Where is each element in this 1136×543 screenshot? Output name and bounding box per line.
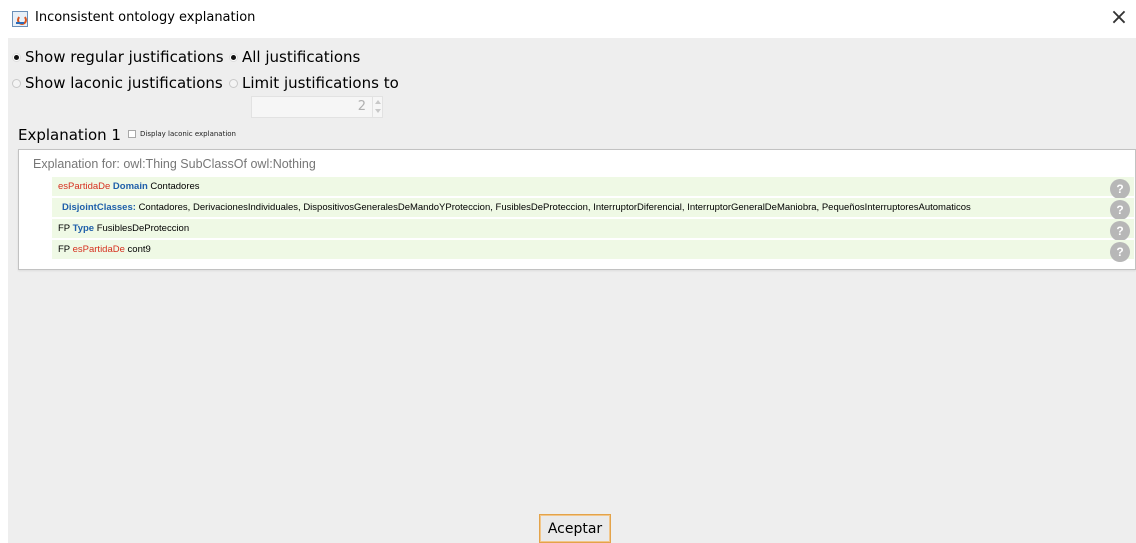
axiom-keyword: Type [72, 223, 95, 234]
help-icon[interactable]: ? [1110, 242, 1130, 262]
axiom-object: FusiblesDeProteccion [96, 223, 190, 234]
limit-value: 2 [357, 99, 366, 114]
radio-selected-icon [12, 52, 21, 62]
axiom-row[interactable]: FP Type FusiblesDeProteccion ? [52, 219, 1134, 241]
window-title: Inconsistent ontology explanation [35, 10, 256, 25]
axiom-text: FP Type FusiblesDeProteccion [58, 223, 189, 234]
limit-justifications-label: Limit justifications to [242, 74, 399, 92]
help-icon[interactable]: ? [1110, 200, 1130, 220]
title-bar: Inconsistent ontology explanation × [0, 0, 1136, 38]
help-icon[interactable]: ? [1110, 179, 1130, 199]
spinner-up-icon[interactable] [374, 100, 381, 104]
help-icon[interactable]: ? [1110, 221, 1130, 241]
explanation-header: Explanation for: owl:Thing SubClassOf ow… [33, 157, 316, 171]
limit-justifications-spinner[interactable]: 2 [251, 96, 383, 118]
explanation-heading: Explanation 1 [18, 126, 121, 144]
close-icon[interactable]: × [1104, 4, 1134, 34]
axiom-text: DisjointClasses: Contadores, Derivacione… [62, 202, 971, 213]
axiom-row[interactable]: FP esPartidaDe cont9 ? [52, 240, 1134, 262]
display-laconic-explanation-label: Display laconic explanation [140, 130, 236, 138]
axiom-subject: esPartidaDe [58, 181, 111, 192]
aceptar-button[interactable]: Aceptar [539, 514, 611, 543]
dialog-content: Show regular justifications Show laconic… [8, 38, 1136, 543]
axiom-subject: FP [58, 223, 70, 234]
show-regular-justifications-radio[interactable]: Show regular justifications [12, 48, 224, 66]
spinner-down-icon[interactable] [374, 109, 381, 113]
checkbox-icon[interactable] [128, 130, 136, 138]
all-justifications-radio[interactable]: All justifications [229, 48, 360, 66]
axiom-row[interactable]: DisjointClasses: Contadores, Derivacione… [52, 198, 1134, 220]
spinner-arrows[interactable] [372, 97, 382, 117]
axiom-text: esPartidaDe Domain Contadores [58, 181, 200, 192]
radio-selected-icon [229, 52, 238, 62]
radio-unselected-icon [229, 78, 238, 88]
axiom-property: esPartidaDe [72, 244, 125, 255]
axiom-row[interactable]: esPartidaDe Domain Contadores ? [52, 177, 1134, 199]
all-justifications-label: All justifications [242, 48, 361, 66]
display-laconic-explanation-checkbox[interactable]: Display laconic explanation [128, 130, 236, 138]
show-laconic-justifications-label: Show laconic justifications [25, 74, 223, 92]
radio-unselected-icon [12, 78, 21, 88]
axiom-object: Contadores, DerivacionesIndividuales, Di… [138, 202, 971, 213]
show-laconic-justifications-radio[interactable]: Show laconic justifications [12, 74, 223, 92]
java-coffee-icon [12, 11, 28, 27]
axiom-text: FP esPartidaDe cont9 [58, 244, 151, 255]
explanation-panel: Explanation for: owl:Thing SubClassOf ow… [18, 149, 1136, 270]
axiom-subject: FP [58, 244, 70, 255]
axiom-keyword: DisjointClasses: [62, 202, 136, 213]
limit-justifications-radio[interactable]: Limit justifications to [229, 74, 399, 92]
axiom-object: Contadores [150, 181, 200, 192]
axiom-keyword: Domain [112, 181, 148, 192]
show-regular-justifications-label: Show regular justifications [25, 48, 224, 66]
axiom-object: cont9 [127, 244, 151, 255]
